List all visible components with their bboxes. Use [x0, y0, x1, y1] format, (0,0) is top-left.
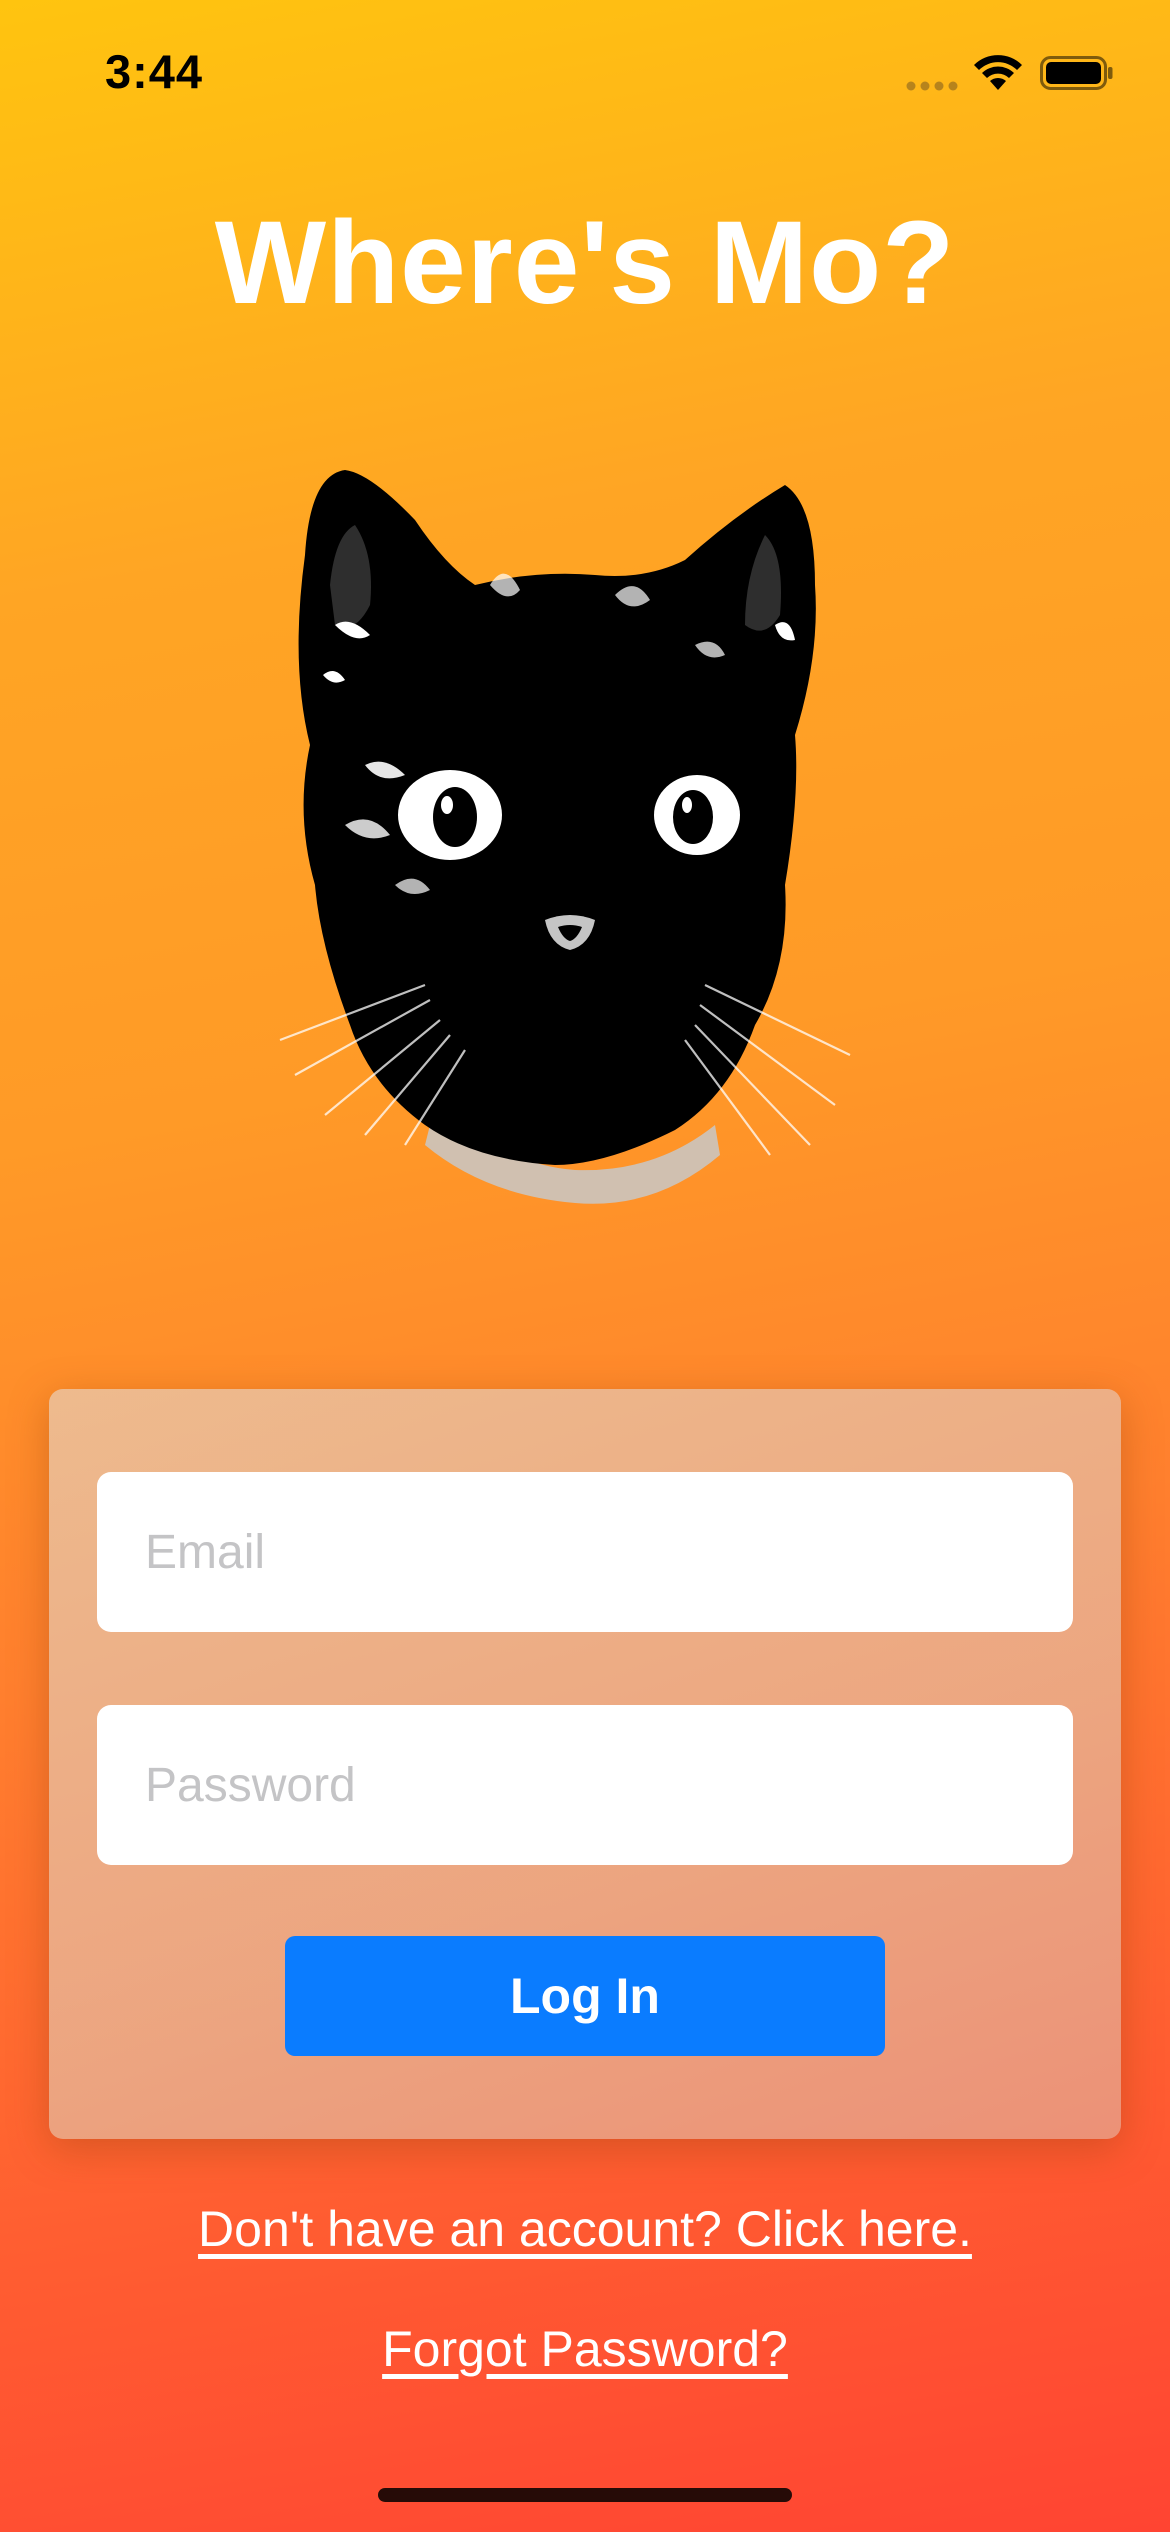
battery-icon — [1040, 56, 1113, 90]
status-bar: 3:44 — [0, 0, 1170, 150]
email-field[interactable] — [97, 1472, 1073, 1632]
status-time: 3:44 — [105, 45, 204, 98]
signup-link[interactable]: Don't have an account? Click here. — [0, 2200, 1170, 2258]
login-button[interactable]: Log In — [285, 1936, 885, 2056]
signal-icon — [906, 81, 958, 91]
wifi-icon — [974, 55, 1022, 90]
forgot-password-link[interactable]: Forgot Password? — [0, 2320, 1170, 2378]
password-field[interactable] — [97, 1705, 1073, 1865]
app-title: Where's Mo? — [214, 197, 956, 329]
cat-head-icon — [279, 470, 851, 1204]
login-form: Log In — [49, 1389, 1121, 2139]
home-indicator[interactable] — [378, 2488, 792, 2502]
